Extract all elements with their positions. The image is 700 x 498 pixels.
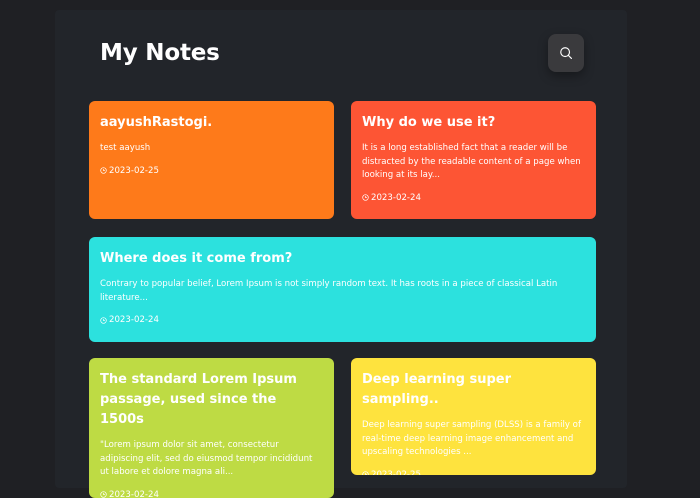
note-date-text: 2023-02-24	[371, 192, 421, 203]
note-date: 2023-02-24	[100, 490, 323, 498]
search-button[interactable]	[548, 34, 584, 72]
note-date-text: 2023-02-24	[109, 315, 159, 326]
note-date: 2023-02-25	[100, 166, 323, 176]
note-text: Deep learning super sampling (DLSS) is a…	[362, 420, 581, 458]
note-date-text: 2023-02-25	[371, 469, 421, 475]
search-icon	[560, 47, 572, 59]
note-title: aayushRastogi.	[100, 115, 213, 130]
note-card[interactable]: Why do we use it? It is a long establish…	[351, 101, 596, 219]
note-date: 2023-02-24	[100, 315, 585, 325]
clock-icon	[100, 317, 107, 324]
note-title: The standard Lorem Ipsum passage, used s…	[100, 372, 297, 427]
note-date: 2023-02-24	[362, 193, 585, 203]
note-text: It is a long established fact that a rea…	[362, 143, 581, 181]
note-card[interactable]: The standard Lorem Ipsum passage, used s…	[89, 358, 334, 498]
note-text: "Lorem ipsum dolor sit amet, consectetur…	[100, 440, 313, 478]
clock-icon	[362, 471, 369, 475]
clock-icon	[100, 167, 107, 174]
note-card[interactable]: Deep learning super sampling.. Deep lear…	[351, 358, 596, 475]
note-text: Contrary to popular belief, Lorem Ipsum …	[100, 279, 558, 303]
note-title: Where does it come from?	[100, 251, 293, 266]
note-date: 2023-02-25	[362, 470, 585, 475]
header: My Notes	[100, 34, 584, 82]
page-title: My Notes	[100, 40, 220, 66]
clock-icon	[100, 491, 107, 498]
note-date-text: 2023-02-25	[109, 165, 159, 176]
note-title: Why do we use it?	[362, 115, 496, 130]
note-card[interactable]: aayushRastogi. test aayush 2023-02-25	[89, 101, 334, 219]
note-title: Deep learning super sampling..	[362, 372, 512, 407]
clock-icon	[362, 194, 369, 201]
note-date-text: 2023-02-24	[109, 489, 159, 498]
notes-app: My Notes aayushRastogi. test aayush 2023…	[55, 10, 627, 498]
note-card[interactable]: Where does it come from? Contrary to pop…	[89, 237, 596, 342]
note-text: test aayush	[100, 143, 151, 153]
